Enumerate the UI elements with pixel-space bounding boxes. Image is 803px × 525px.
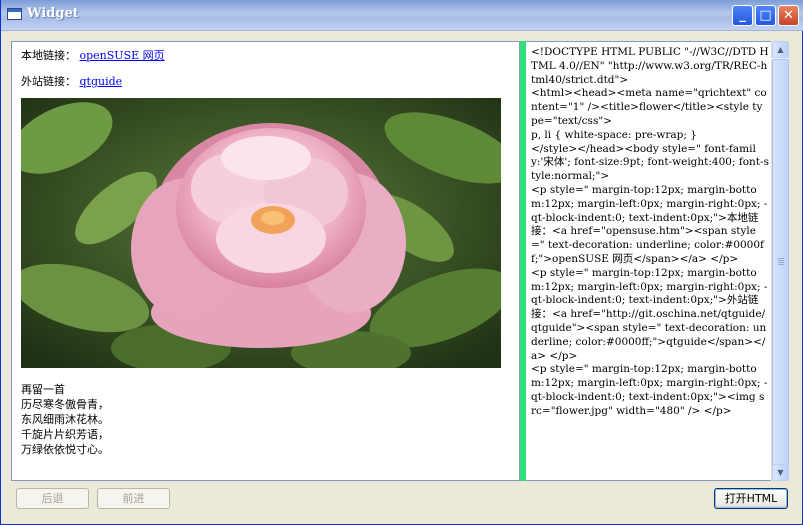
open-html-button[interactable]: 打开HTML — [714, 488, 788, 509]
main-window: Widget _ □ ✕ 本地链接： openSUSE 网页 外站链接： qtg… — [0, 0, 803, 525]
poem: 再留一首 历尽寒冬傲骨青， 东风细雨沐花林。 千旋片片织芳语， 万绿依依悦寸心。 — [21, 382, 109, 457]
poem-line: 千旋片片织芳语， — [21, 428, 109, 441]
peony-flower-icon — [21, 98, 501, 368]
close-button[interactable]: ✕ — [778, 5, 799, 26]
external-link-label: 外站链接： — [21, 75, 76, 88]
html-viewer[interactable]: 本地链接： openSUSE 网页 外站链接： qtguide 再留一首 历尽寒… — [11, 41, 520, 481]
local-link-line: 本地链接： openSUSE 网页 — [21, 47, 165, 63]
back-button[interactable]: 后退 — [16, 488, 89, 509]
html-source-editor[interactable]: <!DOCTYPE HTML PUBLIC "-//W3C//DTD HTML … — [526, 41, 788, 481]
html-source-text[interactable]: <!DOCTYPE HTML PUBLIC "-//W3C//DTD HTML … — [531, 46, 769, 419]
scroll-thumb[interactable] — [772, 59, 789, 467]
scroll-up-arrow-icon[interactable]: ▲ — [772, 41, 789, 58]
window-title: Widget — [27, 6, 79, 21]
scroll-down-arrow-icon[interactable]: ▼ — [772, 464, 789, 481]
minimize-button[interactable]: _ — [732, 5, 753, 26]
title-bar[interactable]: Widget _ □ ✕ — [1, 0, 803, 31]
flower-image — [21, 98, 501, 368]
local-link[interactable]: openSUSE 网页 — [80, 49, 165, 62]
vertical-scrollbar[interactable]: ▲ ▼ — [771, 41, 789, 481]
window-icon — [7, 8, 22, 20]
poem-line: 历尽寒冬傲骨青， — [21, 398, 109, 411]
maximize-button[interactable]: □ — [755, 5, 776, 26]
close-icon: ✕ — [783, 8, 794, 23]
forward-button[interactable]: 前进 — [97, 488, 170, 509]
maximize-icon: □ — [759, 8, 772, 23]
client-area: 本地链接： openSUSE 网页 外站链接： qtguide 再留一首 历尽寒… — [1, 31, 803, 525]
minimize-icon: _ — [739, 8, 746, 23]
external-link[interactable]: qtguide — [80, 75, 123, 88]
poem-line: 东风细雨沐花林。 — [21, 413, 109, 426]
poem-line: 万绿依依悦寸心。 — [21, 443, 109, 456]
local-link-label: 本地链接： — [21, 49, 76, 62]
external-link-line: 外站链接： qtguide — [21, 73, 122, 89]
poem-line: 再留一首 — [21, 383, 65, 396]
